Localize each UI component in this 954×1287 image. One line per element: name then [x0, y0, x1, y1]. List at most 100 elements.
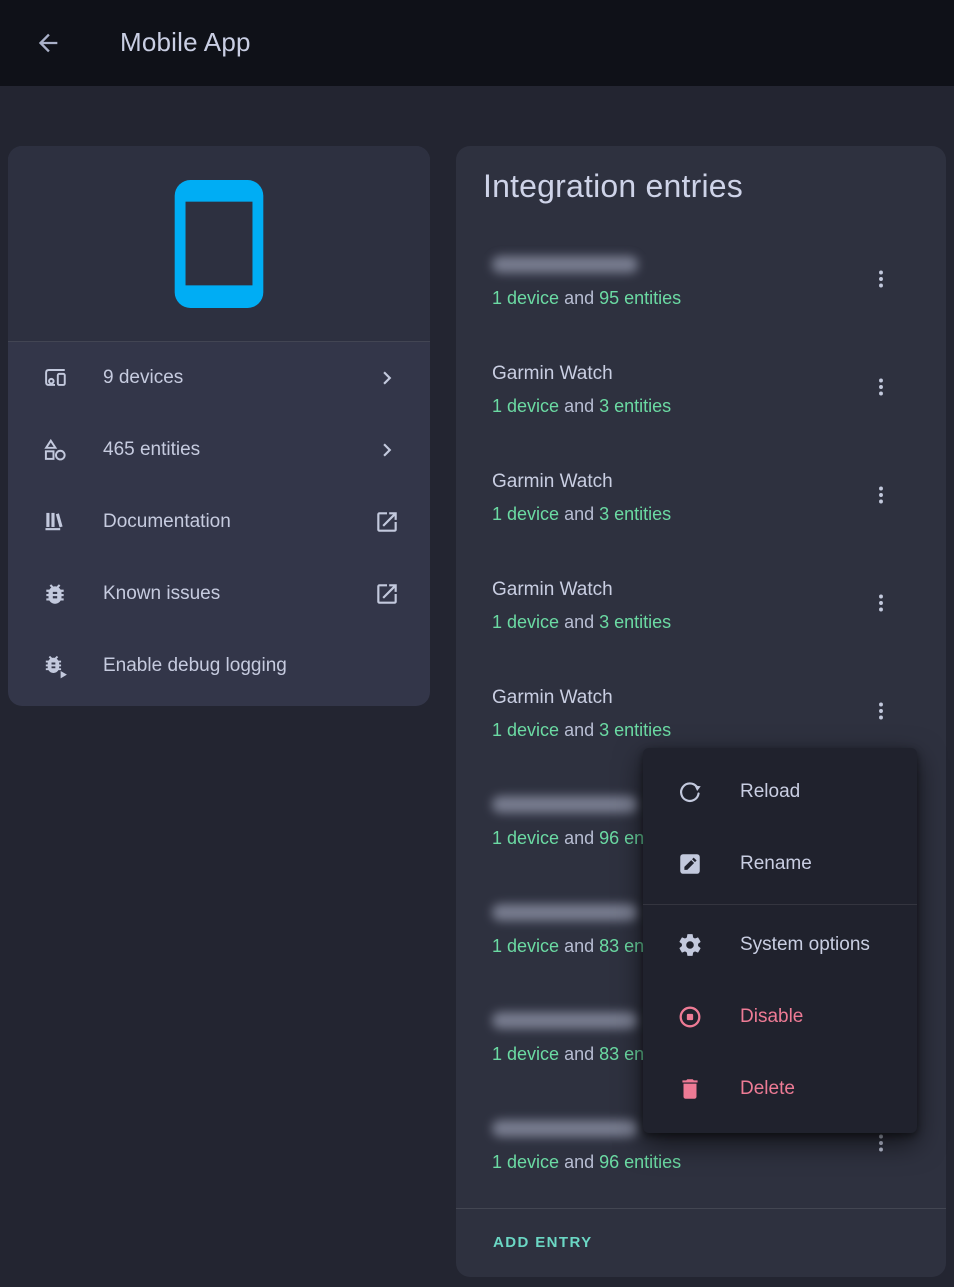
- entry-subtitle: 1 device and 3 entities: [492, 718, 671, 742]
- menu-item-reload[interactable]: Reload: [643, 756, 917, 828]
- entities-link[interactable]: 3 entities: [599, 720, 671, 740]
- debug-logging-label: Enable debug logging: [103, 655, 287, 677]
- entities-link[interactable]: 95 entities: [599, 288, 681, 308]
- entry-subtitle: 1 device and 95 entities: [492, 286, 681, 310]
- redacted-entry-name: [492, 1120, 638, 1137]
- menu-item-system-options[interactable]: System options: [643, 909, 917, 981]
- entry-name: Garmin Watch: [492, 470, 613, 494]
- known-issues-label: Known issues: [103, 583, 220, 605]
- entry-row: 1 device and 95 entities: [456, 246, 946, 354]
- info-row-entities[interactable]: 465 entities: [8, 414, 430, 486]
- devices-count-label: 9 devices: [103, 367, 183, 389]
- subtitle-and: and: [564, 288, 594, 308]
- entry-menu-button[interactable]: [861, 257, 901, 301]
- devices-link[interactable]: 1 device: [492, 1044, 559, 1064]
- page-title: Mobile App: [120, 27, 251, 58]
- entry-name: Garmin Watch: [492, 686, 613, 710]
- integration-info-list: 9 devices 465 entities: [8, 342, 430, 702]
- integration-info-card: 9 devices 465 entities: [8, 146, 430, 706]
- entry-menu-button[interactable]: [861, 365, 901, 409]
- entry-row: Garmin Watch 1 device and 3 entities: [456, 570, 946, 678]
- menu-item-label: Reload: [740, 781, 800, 803]
- subtitle-and: and: [564, 504, 594, 524]
- entry-name: Garmin Watch: [492, 578, 613, 602]
- subtitle-and: and: [564, 828, 594, 848]
- entry-row: Garmin Watch 1 device and 3 entities: [456, 462, 946, 570]
- entry-name: Garmin Watch: [492, 362, 613, 386]
- open-in-new-icon: [374, 509, 400, 535]
- entry-context-menu: Reload Rename System options Disable: [643, 748, 917, 1133]
- dots-vertical-icon: [861, 1130, 901, 1156]
- menu-item-label: Delete: [740, 1078, 795, 1100]
- entities-count-label: 465 entities: [103, 439, 200, 461]
- back-button[interactable]: [34, 29, 62, 57]
- devices-link[interactable]: 1 device: [492, 288, 559, 308]
- entry-menu-button[interactable]: [861, 581, 901, 625]
- info-row-devices[interactable]: 9 devices: [8, 342, 430, 414]
- card-footer-divider: [456, 1208, 946, 1209]
- entry-subtitle: 1 device and 3 entities: [492, 610, 671, 634]
- devices-link[interactable]: 1 device: [492, 504, 559, 524]
- devices-link[interactable]: 1 device: [492, 828, 559, 848]
- subtitle-and: and: [564, 936, 594, 956]
- subtitle-and: and: [564, 396, 594, 416]
- devices-link[interactable]: 1 device: [492, 612, 559, 632]
- cellphone-icon: [174, 180, 264, 308]
- devices-link[interactable]: 1 device: [492, 936, 559, 956]
- subtitle-and: and: [564, 1044, 594, 1064]
- entities-link[interactable]: 3 entities: [599, 612, 671, 632]
- subtitle-and: and: [564, 720, 594, 740]
- dots-vertical-icon: [861, 590, 901, 616]
- redacted-entry-name: [492, 796, 638, 813]
- app-topbar: Mobile App: [0, 0, 954, 86]
- dots-vertical-icon: [861, 698, 901, 724]
- entities-link[interactable]: 96 entities: [599, 1152, 681, 1172]
- menu-item-label: System options: [740, 934, 870, 956]
- arrow-left-icon: [34, 29, 62, 57]
- menu-item-disable[interactable]: Disable: [643, 981, 917, 1053]
- entities-link[interactable]: 3 entities: [599, 396, 671, 416]
- entry-row: Garmin Watch 1 device and 3 entities: [456, 354, 946, 462]
- redacted-entry-name: [492, 1012, 638, 1029]
- entries-card-title: Integration entries: [483, 168, 743, 205]
- dots-vertical-icon: [861, 266, 901, 292]
- menu-item-label: Disable: [740, 1006, 803, 1028]
- devices-link[interactable]: 1 device: [492, 1152, 559, 1172]
- devices-link[interactable]: 1 device: [492, 720, 559, 740]
- info-row-documentation[interactable]: Documentation: [8, 486, 430, 558]
- devices-icon: [42, 365, 68, 391]
- rename-box-icon: [677, 851, 703, 877]
- bug-icon: [42, 581, 68, 607]
- menu-divider: [643, 904, 917, 905]
- menu-item-rename[interactable]: Rename: [643, 828, 917, 900]
- chevron-right-icon: [374, 365, 400, 391]
- bookshelf-icon: [42, 509, 68, 535]
- entry-menu-button[interactable]: [861, 689, 901, 733]
- trash-icon: [677, 1076, 703, 1102]
- menu-item-delete[interactable]: Delete: [643, 1053, 917, 1125]
- gear-icon: [677, 932, 703, 958]
- add-entry-button[interactable]: ADD ENTRY: [477, 1226, 609, 1260]
- chevron-right-icon: [374, 437, 400, 463]
- subtitle-and: and: [564, 1152, 594, 1172]
- info-row-known-issues[interactable]: Known issues: [8, 558, 430, 630]
- documentation-label: Documentation: [103, 511, 231, 533]
- entry-subtitle: 1 device and 3 entities: [492, 394, 671, 418]
- entities-link[interactable]: 3 entities: [599, 504, 671, 524]
- dots-vertical-icon: [861, 374, 901, 400]
- refresh-icon: [677, 779, 703, 805]
- entry-subtitle: 1 device and 96 entities: [492, 1150, 681, 1174]
- menu-item-label: Rename: [740, 853, 812, 875]
- stop-circle-icon: [677, 1004, 703, 1030]
- entry-subtitle: 1 device and 3 entities: [492, 502, 671, 526]
- dots-vertical-icon: [861, 482, 901, 508]
- devices-link[interactable]: 1 device: [492, 396, 559, 416]
- shapes-icon: [42, 437, 68, 463]
- bug-play-icon: [42, 653, 68, 679]
- subtitle-and: and: [564, 612, 594, 632]
- open-in-new-icon: [374, 581, 400, 607]
- entry-menu-button[interactable]: [861, 473, 901, 517]
- info-row-debug-logging[interactable]: Enable debug logging: [8, 630, 430, 702]
- integration-hero: [8, 146, 430, 342]
- redacted-entry-name: [492, 256, 638, 273]
